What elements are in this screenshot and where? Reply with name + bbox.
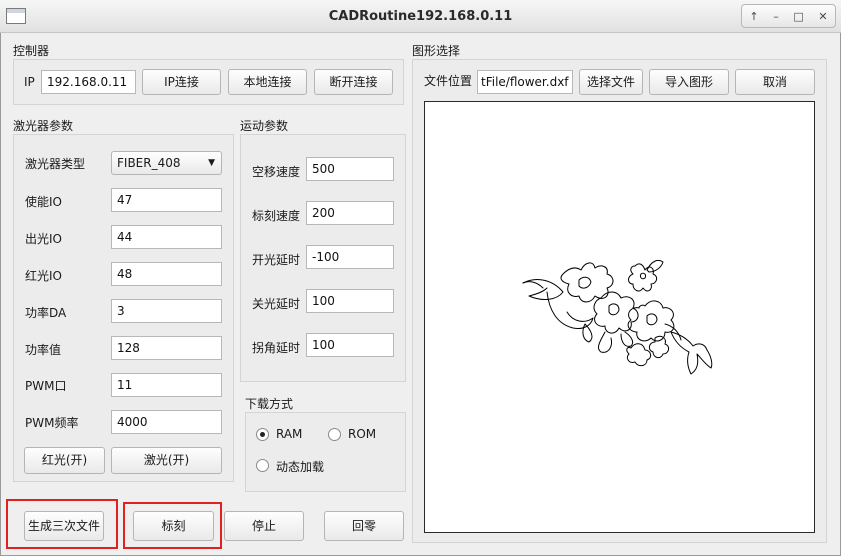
stop-button[interactable]: 停止 xyxy=(224,511,304,541)
laser-on-delay-input[interactable]: -100 xyxy=(306,245,394,269)
corner-delay-label: 拐角延时 xyxy=(252,341,301,355)
controller-group-title: 控制器 xyxy=(13,44,50,58)
home-button[interactable]: 回零 xyxy=(324,511,404,541)
download-group-title: 下载方式 xyxy=(245,397,294,411)
ram-radio[interactable] xyxy=(256,428,269,441)
keep-above-icon[interactable]: ↑ xyxy=(749,10,758,23)
laser-off-delay-input[interactable]: 100 xyxy=(306,289,394,313)
pwm-frequency-input[interactable]: 4000 xyxy=(111,410,222,434)
rom-label: ROM xyxy=(348,427,377,441)
pwm-frequency-label: PWM频率 xyxy=(25,416,79,430)
download-group xyxy=(245,412,406,492)
laser-group-title: 激光器参数 xyxy=(13,119,74,133)
red-io-input[interactable]: 48 xyxy=(111,262,222,286)
mark-speed-label: 标刻速度 xyxy=(252,209,301,223)
power-value-label: 功率值 xyxy=(25,343,62,357)
red-light-button[interactable]: 红光(开) xyxy=(24,447,105,474)
chevron-down-icon: ▼ xyxy=(208,158,215,168)
flower-drawing xyxy=(522,259,713,375)
graphic-preview-canvas[interactable] xyxy=(424,101,815,533)
window-title: CADRoutine192.168.0.11 xyxy=(328,9,513,24)
graphic-group-title: 图形选择 xyxy=(412,44,461,58)
dynamic-load-label: 动态加载 xyxy=(276,460,325,474)
close-icon[interactable]: ✕ xyxy=(818,10,827,23)
mark-button[interactable]: 标刻 xyxy=(133,511,214,541)
power-da-label: 功率DA xyxy=(25,306,67,320)
laser-type-value: FIBER_408 xyxy=(117,156,181,170)
pwm-port-label: PWM口 xyxy=(25,379,67,393)
file-path-input[interactable]: tFile/flower.dxf xyxy=(477,70,573,94)
choose-file-button[interactable]: 选择文件 xyxy=(579,69,643,95)
file-location-label: 文件位置 xyxy=(424,74,473,88)
ram-label: RAM xyxy=(276,427,303,441)
travel-speed-label: 空移速度 xyxy=(252,165,301,179)
laser-off-delay-label: 关光延时 xyxy=(252,297,301,311)
laser-type-label: 激光器类型 xyxy=(25,157,86,171)
laser-on-delay-label: 开光延时 xyxy=(252,253,301,267)
travel-speed-input[interactable]: 500 xyxy=(306,157,394,181)
mark-speed-input[interactable]: 200 xyxy=(306,201,394,225)
red-io-label: 红光IO xyxy=(25,269,62,283)
ip-input[interactable]: 192.168.0.11 xyxy=(41,70,136,94)
pwm-port-input[interactable]: 11 xyxy=(111,373,222,397)
motion-group-title: 运动参数 xyxy=(240,119,289,133)
minimize-icon[interactable]: – xyxy=(773,10,779,23)
ip-label: IP xyxy=(24,75,35,89)
power-value-input[interactable]: 128 xyxy=(111,336,222,360)
corner-delay-input[interactable]: 100 xyxy=(306,333,394,357)
dynamic-load-radio[interactable] xyxy=(256,459,269,472)
local-connect-button[interactable]: 本地连接 xyxy=(228,69,307,95)
generate-3d-file-button[interactable]: 生成三次文件 xyxy=(24,511,104,541)
emit-io-input[interactable]: 44 xyxy=(111,225,222,249)
enable-io-input[interactable]: 47 xyxy=(111,188,222,212)
power-da-input[interactable]: 3 xyxy=(111,299,222,323)
emit-io-label: 出光IO xyxy=(25,232,62,246)
rom-radio[interactable] xyxy=(328,428,341,441)
window-controls: ↑ – □ ✕ xyxy=(741,4,836,28)
laser-toggle-button[interactable]: 激光(开) xyxy=(111,447,222,474)
laser-type-select[interactable]: FIBER_408 ▼ xyxy=(111,151,222,175)
disconnect-button[interactable]: 断开连接 xyxy=(314,69,393,95)
enable-io-label: 使能IO xyxy=(25,195,62,209)
cancel-button[interactable]: 取消 xyxy=(735,69,815,95)
ip-connect-button[interactable]: IP连接 xyxy=(142,69,221,95)
maximize-icon[interactable]: □ xyxy=(793,10,803,23)
import-graphic-button[interactable]: 导入图形 xyxy=(649,69,729,95)
